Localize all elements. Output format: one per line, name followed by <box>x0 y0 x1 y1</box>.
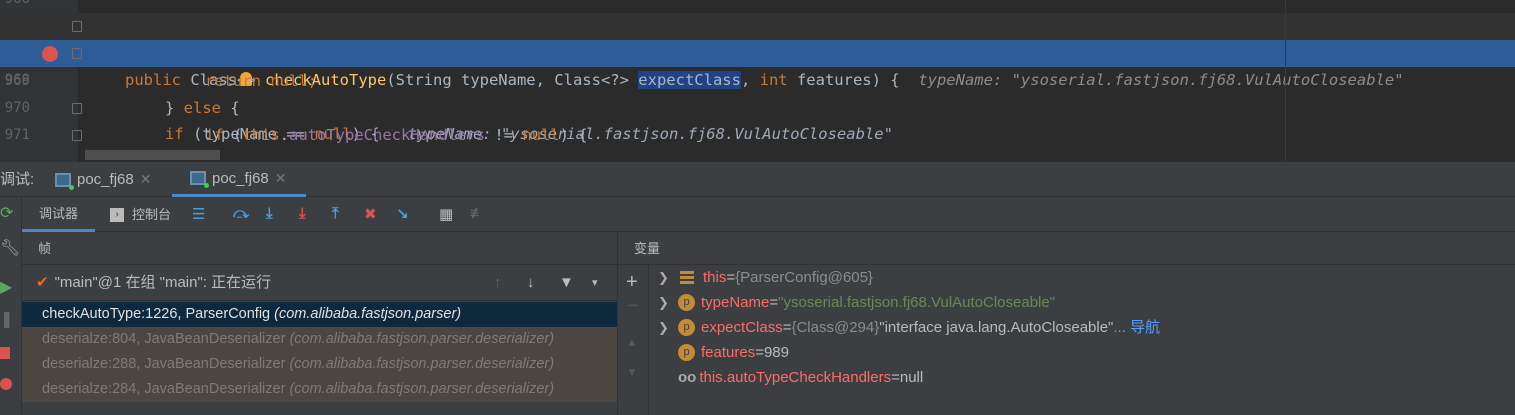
debug-side-toolbar: ⟳ 🔧︎ ▶ ❚ <box>0 197 22 415</box>
move-up-icon[interactable]: ▲ <box>626 335 638 349</box>
run-config-icon <box>190 171 209 188</box>
stop-icon[interactable] <box>0 347 10 359</box>
expand-icon[interactable]: ❯ <box>658 265 678 290</box>
pause-icon[interactable]: ❚ <box>0 309 13 329</box>
expand-icon[interactable]: ❯ <box>658 315 678 340</box>
filter-icon[interactable]: ▼ <box>559 265 574 301</box>
down-arrow-icon[interactable]: ↓ <box>527 265 535 301</box>
fold-icon[interactable] <box>72 103 82 114</box>
frames-list-icon[interactable]: ☰ <box>192 205 205 223</box>
force-step-into-icon[interactable]: ⤓ <box>299 205 306 222</box>
parameter-icon: p <box>678 319 695 336</box>
remove-watch-icon[interactable]: − <box>627 295 639 318</box>
console-icon: › <box>110 207 124 222</box>
step-over-icon[interactable]: ⤼ <box>233 205 249 222</box>
code-line: 966 <box>0 0 1515 13</box>
settings-icon[interactable]: 🔧︎ <box>0 238 20 258</box>
move-down-icon[interactable]: ▼ <box>626 365 638 379</box>
code-line: 971 if (this.autoTypeCheckHandlers != nul… <box>4 126 588 144</box>
check-icon: ✔ <box>36 274 49 291</box>
breakpoints-icon[interactable] <box>0 378 12 390</box>
stack-frame[interactable]: checkAutoType:1226, ParserConfig (com.al… <box>22 302 617 327</box>
close-icon[interactable]: ✕ <box>140 162 152 197</box>
tab-poc-fj68-2[interactable]: poc_fj68 ✕ <box>172 162 306 197</box>
step-into-icon[interactable]: ⤓ <box>266 205 273 222</box>
debug-toolbar: 调试器 › 控制台 ☰ ⤼ ⤓ ⤓ ⤒ ✖ ↘ ▦ ≢ <box>22 197 1515 232</box>
stack-frame[interactable]: deserialze:804, JavaBeanDeserializer (co… <box>22 327 617 352</box>
object-icon <box>680 270 694 285</box>
evaluate-icon[interactable]: ▦ <box>439 205 453 223</box>
resume-icon[interactable]: ▶ <box>0 277 12 297</box>
chevron-down-icon[interactable]: ▾ <box>592 265 598 301</box>
parameter-icon: p <box>678 294 695 311</box>
debug-panel: 调试: poc_fj68 ✕ poc_fj68 ✕ ⟳ 🔧︎ ▶ ❚ 调试器 › 控制… <box>0 162 1515 415</box>
code-line: 969 return null; <box>4 72 318 90</box>
variables-panel: 变量 + − ▲ ▼ ❯ this = {ParserConfig@605} ❯ p… <box>617 232 1515 415</box>
variable-row[interactable]: p features = 989 <box>658 340 789 365</box>
run-config-icon <box>55 172 74 190</box>
expand-icon[interactable]: ❯ <box>658 290 678 315</box>
frames-panel: 帧 ✔ "main"@1 在组 "main": 正在运行 ↑ ↓ ▼ ▾ chec… <box>22 232 617 415</box>
current-line: 968 if (typeName == null) { typeName: "y… <box>0 40 1515 143</box>
parameter-icon: p <box>678 344 695 361</box>
fold-icon[interactable] <box>72 21 82 32</box>
close-icon[interactable]: ✕ <box>275 161 287 196</box>
thread-selector[interactable]: ✔ "main"@1 在组 "main": 正在运行 ↑ ↓ ▼ ▾ <box>22 265 617 301</box>
horizontal-scrollbar[interactable] <box>85 150 220 160</box>
watch-icon: oo <box>678 369 697 386</box>
variable-row[interactable]: ❯ p typeName = "ysoserial.fastjson.fj68.Vu… <box>658 290 1055 315</box>
debug-tabbar: 调试: poc_fj68 ✕ poc_fj68 ✕ <box>0 162 1515 197</box>
frames-header: 帧 <box>22 232 617 265</box>
debug-label: 调试: <box>0 171 35 188</box>
variables-side-toolbar: + − ▲ ▼ <box>618 265 649 415</box>
stack-frame[interactable]: deserialze:284, JavaBeanDeserializer (co… <box>22 377 617 402</box>
breakpoint-icon[interactable] <box>42 46 58 62</box>
code-editor[interactable]: 966 967 public Class<> checkAutoType(Str… <box>0 0 1515 162</box>
fold-icon[interactable] <box>72 130 82 141</box>
drop-frame-icon[interactable]: ✖ <box>364 205 377 223</box>
add-watch-icon[interactable]: + <box>626 271 638 294</box>
trace-icon[interactable]: ≢ <box>470 205 485 222</box>
tab-poc-fj68-1[interactable]: poc_fj68 ✕ <box>55 162 151 197</box>
fold-icon[interactable] <box>72 48 82 59</box>
variable-row[interactable]: ❯ p expectClass = {Class@294} "interface j… <box>658 315 1160 340</box>
code-line: 970} else { <box>4 99 240 117</box>
variable-row[interactable]: ❯ this = {ParserConfig@605} <box>658 265 873 290</box>
tab-debugger[interactable]: 调试器 <box>22 197 95 232</box>
variables-header: 变量 <box>618 232 1515 265</box>
rerun-icon[interactable]: ⟳ <box>0 203 13 223</box>
run-to-cursor-icon[interactable]: ↘ <box>396 205 409 223</box>
up-arrow-icon[interactable]: ↑ <box>494 265 502 301</box>
stack-frame[interactable]: deserialze:288, JavaBeanDeserializer (co… <box>22 352 617 377</box>
navigate-link[interactable]: ... 导航 <box>1113 315 1160 340</box>
tab-console[interactable]: › 控制台 <box>110 197 171 232</box>
code-line: 967 public Class<> checkAutoType(String … <box>0 13 1515 89</box>
variable-row[interactable]: oo this.autoTypeCheckHandlers = null <box>658 365 923 390</box>
right-margin <box>1285 0 1286 162</box>
step-out-icon[interactable]: ⤒ <box>332 205 339 222</box>
